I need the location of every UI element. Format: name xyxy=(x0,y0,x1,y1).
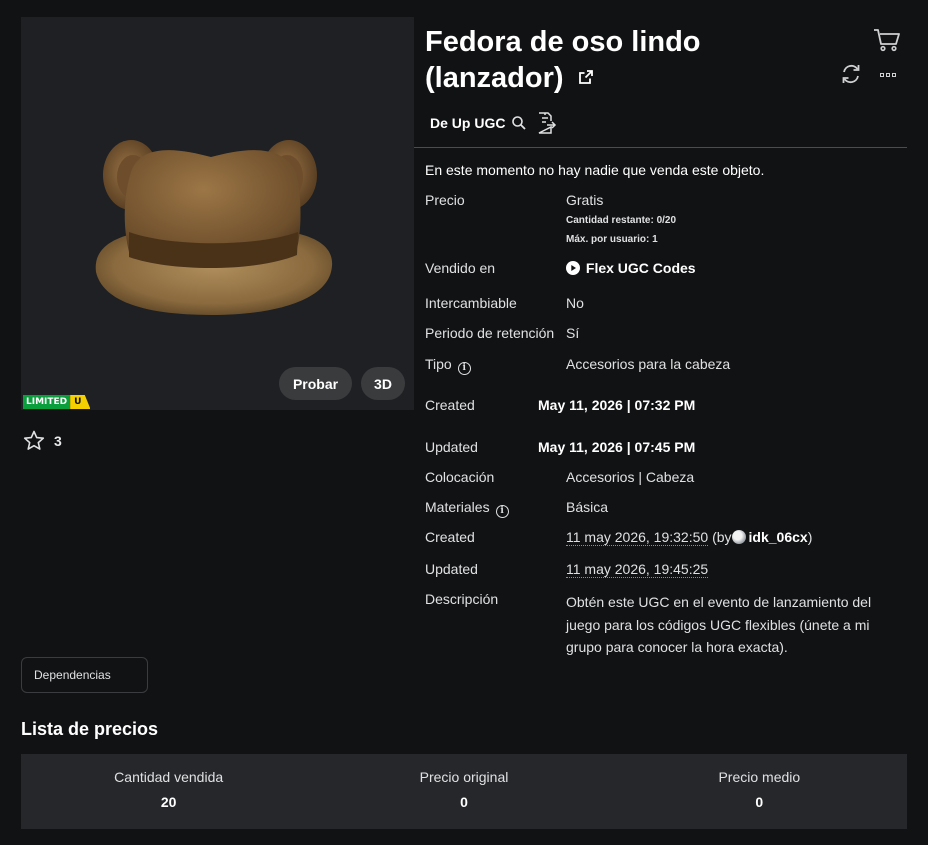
updated2-label: Updated xyxy=(425,561,478,577)
stat-value: 0 xyxy=(755,794,764,810)
info-icon[interactable]: i xyxy=(495,505,509,518)
price-value: Gratis xyxy=(566,192,604,208)
created2-value: 11 may 2026, 19:32:50 xyxy=(566,529,709,546)
limited-u-badge: LIMITED U xyxy=(23,395,91,409)
price-label: Precio xyxy=(425,192,465,208)
avatar xyxy=(731,530,746,544)
price-stats-panel: Cantidad vendida 20 Precio original 0 Pr… xyxy=(21,754,907,829)
favorite-count: 3 xyxy=(54,433,62,449)
updated-value: May 11, 2026 | 07:45 PM xyxy=(538,439,696,455)
stat-label: Precio original xyxy=(419,769,509,785)
hat-image xyxy=(95,140,333,315)
star-icon xyxy=(23,430,45,450)
dependencies-button[interactable]: Dependencias xyxy=(21,657,148,693)
limited-label: LIMITED xyxy=(23,395,71,409)
type-label: Tipo xyxy=(425,356,452,372)
max-per-user: Máx. por usuario: 1 xyxy=(566,234,658,245)
refresh-icon[interactable] xyxy=(840,63,862,90)
tradable-label: Intercambiable xyxy=(425,295,517,311)
tradable-value: No xyxy=(566,295,584,311)
created2-by: (by xyxy=(712,529,732,545)
stat-quantity-sold: Cantidad vendida 20 xyxy=(21,754,316,829)
type-value: Accesorios para la cabeza xyxy=(566,356,731,372)
materials-value: Básica xyxy=(566,499,609,515)
quantity-left: Cantidad restante: 0/20 xyxy=(566,215,677,226)
updated-label: Updated xyxy=(425,439,478,455)
item-title-block: Fedora de oso lindo (lanzador) xyxy=(425,24,835,97)
hold-period-label: Periodo de retención xyxy=(425,325,555,341)
description-label: Descripción xyxy=(425,591,499,607)
hold-period-value: Sí xyxy=(566,325,580,341)
no-sellers-notice: En este momento no hay nadie que venda e… xyxy=(425,162,765,178)
item-title: Fedora de oso lindo (lanzador) xyxy=(425,26,701,94)
play-icon xyxy=(566,261,580,275)
sold-in-value: Flex UGC Codes xyxy=(585,260,696,276)
materials-label: Materiales xyxy=(425,499,490,515)
info-icon[interactable]: i xyxy=(457,362,471,375)
created2-row: 11 may 2026, 19:32:50 (by idk_06cx) xyxy=(566,529,813,546)
unique-label: U xyxy=(70,395,91,409)
favorite-button[interactable]: 3 xyxy=(22,429,62,453)
creator-link[interactable]: De Up UGC xyxy=(430,115,505,131)
created2-label: Created xyxy=(425,529,475,545)
stat-average-price: Precio medio 0 xyxy=(612,754,907,829)
creator-row: De Up UGC xyxy=(430,111,557,135)
stat-label: Cantidad vendida xyxy=(114,769,224,785)
stat-label: Precio medio xyxy=(718,769,801,785)
item-thumbnail: LIMITED U Probar 3D xyxy=(21,17,414,410)
price-list-heading: Lista de precios xyxy=(21,719,159,739)
materials-label-row: Materiales i xyxy=(425,499,509,518)
description-value: Obtén este UGC en el evento de lanzamien… xyxy=(566,594,872,655)
more-options-icon[interactable] xyxy=(880,73,896,77)
stat-value: 20 xyxy=(160,794,177,810)
view-3d-button[interactable]: 3D xyxy=(361,367,405,400)
stat-original-price: Precio original 0 xyxy=(316,754,611,829)
placement-label: Colocación xyxy=(425,469,495,485)
try-on-button[interactable]: Probar xyxy=(279,367,352,400)
created-label: Created xyxy=(425,397,475,413)
divider xyxy=(414,147,907,148)
placement-value: Accesorios | Cabeza xyxy=(566,469,695,485)
external-link-icon[interactable] xyxy=(578,58,594,94)
created-value: May 11, 2026 | 07:32 PM xyxy=(538,397,696,413)
updated2-value: 11 may 2026, 19:45:25 xyxy=(566,561,709,578)
sold-in-link[interactable]: Flex UGC Codes xyxy=(566,260,696,276)
creator-user-link[interactable]: idk_06cx xyxy=(749,529,808,545)
stat-value: 0 xyxy=(460,794,468,810)
type-label-row: Tipo i xyxy=(425,356,471,375)
report-icon[interactable] xyxy=(533,111,557,135)
sold-in-label: Vendido en xyxy=(425,260,496,276)
cart-icon[interactable] xyxy=(873,28,901,57)
updated2-row: 11 may 2026, 19:45:25 xyxy=(566,561,709,578)
search-icon[interactable] xyxy=(511,115,527,131)
created2-close: ) xyxy=(807,529,813,545)
